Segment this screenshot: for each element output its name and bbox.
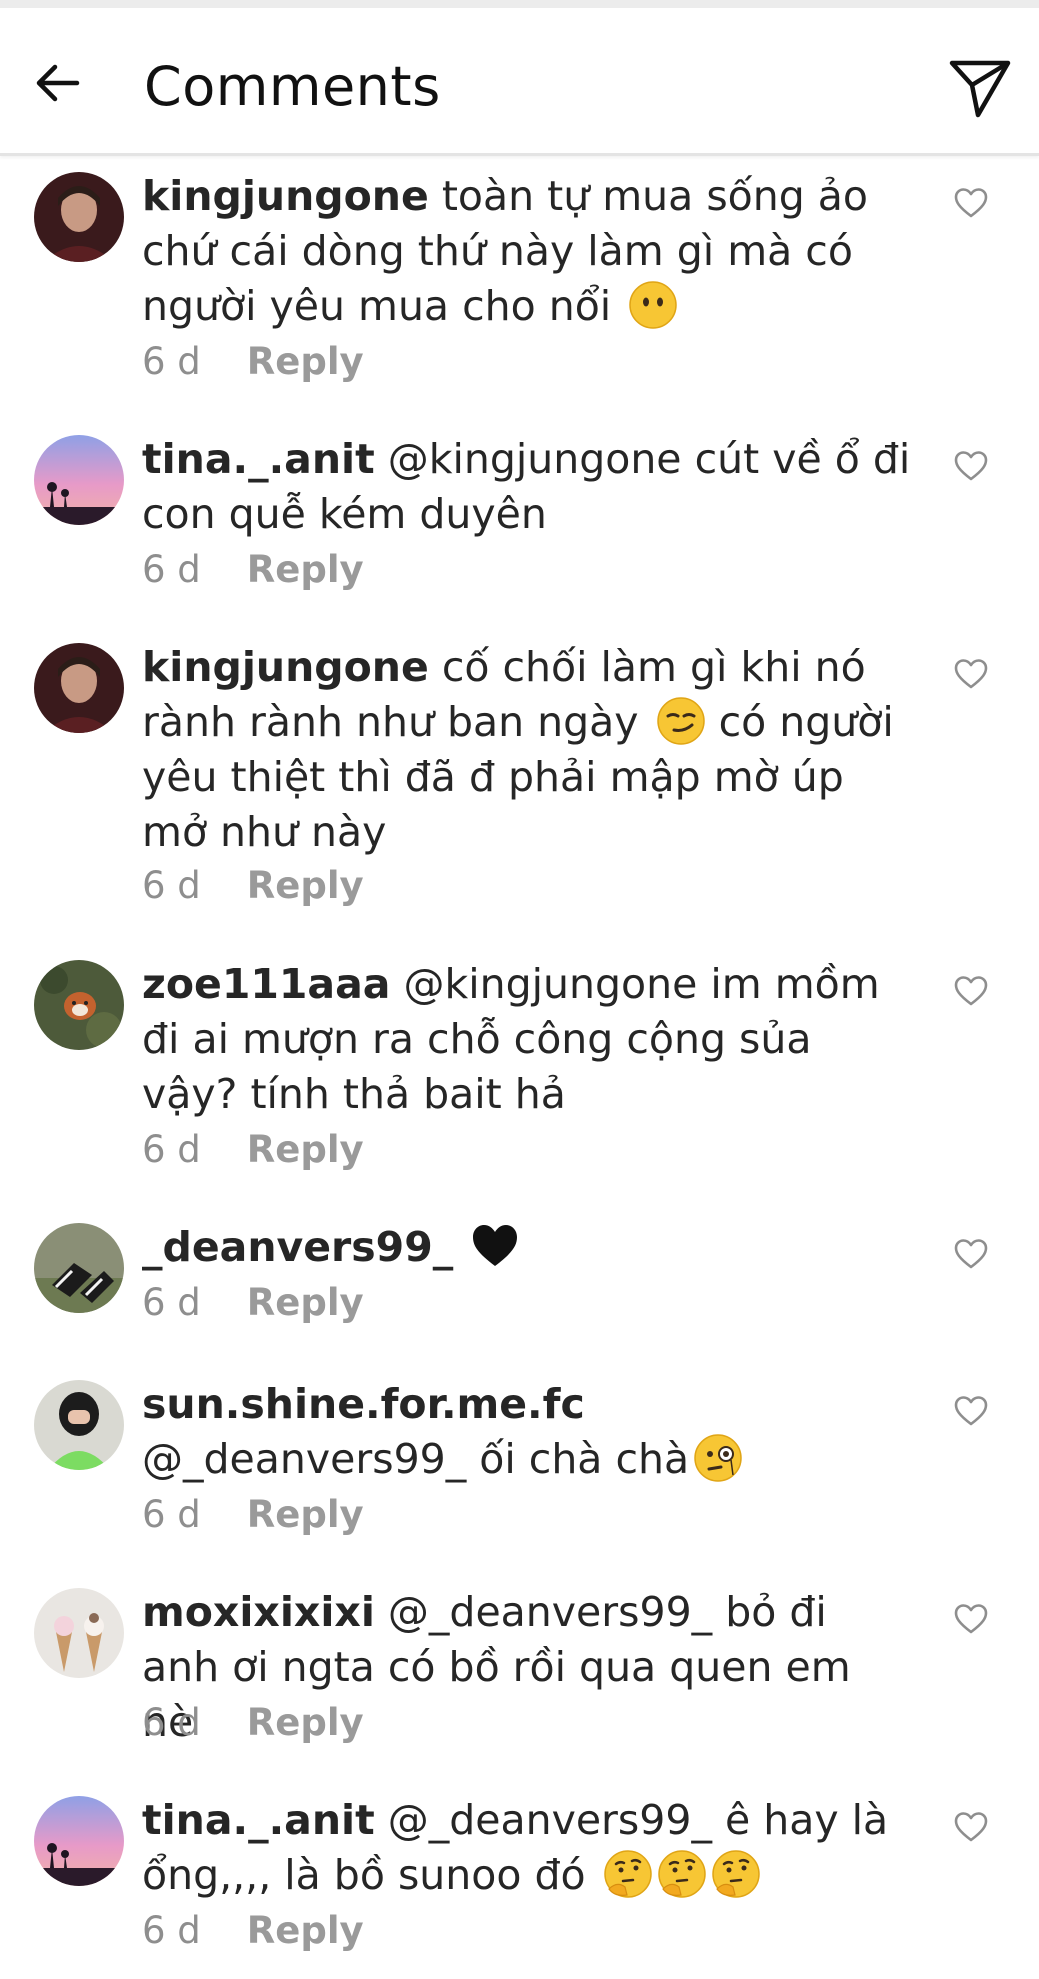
comment-body: kingjungone toàn tự mua sống ảo chứ cái … <box>142 169 912 334</box>
heart-outline-icon[interactable] <box>953 1601 989 1637</box>
header-bar: Comments <box>0 8 1039 156</box>
comment-text <box>453 1223 466 1271</box>
comment-text: @_deanvers99_ ối chà chà <box>142 1435 690 1483</box>
thinking-face-emoji <box>657 1849 707 1899</box>
comment-meta: 6 d Reply <box>142 1490 364 1540</box>
comment-item: _deanvers99_ 6 d Reply <box>0 1206 1039 1363</box>
comment-item: tina._.anit @kingjungone cút về ổ đi con… <box>0 418 1039 626</box>
heart-outline-icon[interactable] <box>953 1393 989 1429</box>
comment-meta: 6 d Reply <box>142 1698 364 1748</box>
avatar[interactable] <box>34 1588 124 1678</box>
monocle-face-emoji <box>693 1433 743 1483</box>
comment-meta: 6 d Reply <box>142 545 364 595</box>
comment-timestamp: 6 d <box>142 864 201 907</box>
comment-timestamp: 6 d <box>142 1493 201 1536</box>
comment-username[interactable]: moxixixixi <box>142 1588 375 1636</box>
thinking-face-emoji <box>711 1849 761 1899</box>
reply-button[interactable]: Reply <box>247 861 364 911</box>
heart-outline-icon[interactable] <box>953 1236 989 1272</box>
comment-username[interactable]: zoe111aaa <box>142 960 390 1008</box>
comment-username[interactable]: kingjungone <box>142 172 429 220</box>
comment-timestamp: 6 d <box>142 1909 201 1952</box>
reply-button[interactable]: Reply <box>247 545 364 595</box>
avatar[interactable] <box>34 435 124 525</box>
comment-username[interactable]: _deanvers99_ <box>142 1223 453 1271</box>
paper-plane-icon <box>949 60 1011 118</box>
heart-outline-icon[interactable] <box>953 656 989 692</box>
comment-timestamp: 6 d <box>142 1281 201 1324</box>
avatar[interactable] <box>34 172 124 262</box>
comment-meta: 6 d Reply <box>142 1125 364 1175</box>
avatar[interactable] <box>34 643 124 733</box>
comment-username[interactable]: kingjungone <box>142 643 429 691</box>
comment-username[interactable]: tina._.anit <box>142 1796 375 1844</box>
heart-outline-icon[interactable] <box>953 973 989 1009</box>
comment-item: tina._.anit @_deanvers99_ ê hay là ổng,,… <box>0 1779 1039 1979</box>
comment-username[interactable]: sun.shine.for.me.fc <box>142 1380 585 1428</box>
smirk-face-emoji <box>656 696 706 746</box>
comment-body: tina._.anit @kingjungone cút về ổ đi con… <box>142 432 912 542</box>
heart-outline-icon[interactable] <box>953 448 989 484</box>
comment-body: sun.shine.for.me.fc @_deanvers99_ ối chà… <box>142 1377 912 1487</box>
comment-body: _deanvers99_ <box>142 1220 912 1275</box>
comment-timestamp: 6 d <box>142 340 201 383</box>
back-button[interactable] <box>22 48 92 118</box>
heart-outline-icon[interactable] <box>953 1809 989 1845</box>
reply-button[interactable]: Reply <box>247 1906 364 1956</box>
avatar[interactable] <box>34 960 124 1050</box>
comment-username[interactable]: tina._.anit <box>142 435 375 483</box>
comment-body: kingjungone cố chối làm gì khi nó rành r… <box>142 640 912 860</box>
page-title: Comments <box>144 55 441 118</box>
avatar[interactable] <box>34 1380 124 1470</box>
comment-timestamp: 6 d <box>142 1128 201 1171</box>
comment-item: sun.shine.for.me.fc @_deanvers99_ ối chà… <box>0 1363 1039 1571</box>
status-strip <box>0 0 1039 8</box>
comment-meta: 6 d Reply <box>142 337 364 387</box>
comment-meta: 6 d Reply <box>142 1278 364 1328</box>
reply-button[interactable]: Reply <box>247 1490 364 1540</box>
arrow-left-icon <box>36 64 80 102</box>
share-button[interactable] <box>944 52 1016 124</box>
reply-button[interactable]: Reply <box>247 1125 364 1175</box>
no-mouth-face-emoji <box>628 280 678 330</box>
avatar[interactable] <box>34 1796 124 1886</box>
reply-button[interactable]: Reply <box>247 337 364 387</box>
comment-item: kingjungone cố chối làm gì khi nó rành r… <box>0 626 1039 943</box>
comment-list: kingjungone toàn tự mua sống ảo chứ cái … <box>0 155 1039 1979</box>
avatar[interactable] <box>34 1223 124 1313</box>
reply-button[interactable]: Reply <box>247 1278 364 1328</box>
comment-timestamp: 6 d <box>142 1701 201 1744</box>
black-heart-emoji <box>470 1221 520 1271</box>
comment-item: kingjungone toàn tự mua sống ảo chứ cái … <box>0 155 1039 418</box>
comment-meta: 6 d Reply <box>142 861 364 911</box>
comment-body: tina._.anit @_deanvers99_ ê hay là ổng,,… <box>142 1793 912 1903</box>
comment-item: moxixixixi @_deanvers99_ bỏ đi anh ơi ng… <box>0 1571 1039 1779</box>
comment-item: zoe111aaa @kingjungone im mồm đi ai mượn… <box>0 943 1039 1206</box>
thinking-face-emoji <box>603 1849 653 1899</box>
comment-meta: 6 d Reply <box>142 1906 364 1956</box>
heart-outline-icon[interactable] <box>953 185 989 221</box>
reply-button[interactable]: Reply <box>247 1698 364 1748</box>
comment-timestamp: 6 d <box>142 548 201 591</box>
comment-body: zoe111aaa @kingjungone im mồm đi ai mượn… <box>142 957 912 1122</box>
